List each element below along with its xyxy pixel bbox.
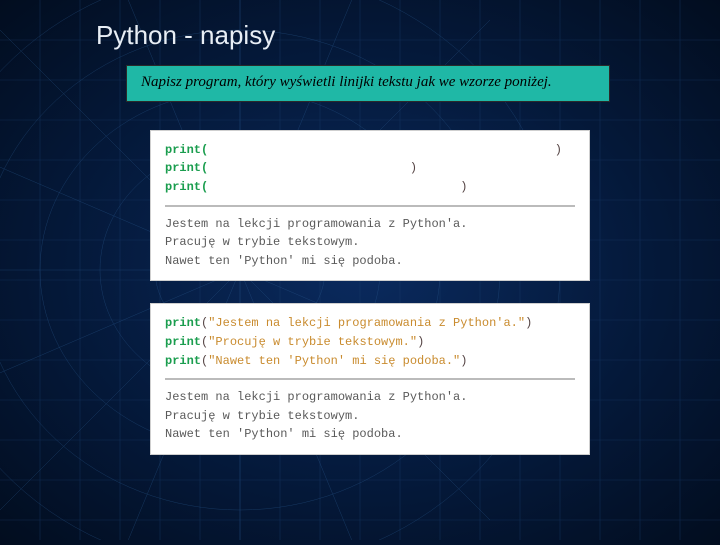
task-text: Napisz program, który wyświetli linijki … [141,73,595,92]
code-line: print("Jestem na lekcji programowania z … [165,314,575,333]
output-line: Jestem na lekcji programowania z Python'… [165,215,575,234]
code-block-obscured: print( ) print( ) print( ) Jestem na lek… [150,130,590,282]
output-line: Nawet ten 'Python' mi się podoba. [165,252,575,271]
task-box: Napisz program, który wyświetli linijki … [126,65,610,102]
code-line: print( ) [165,141,575,160]
output-line: Jestem na lekcji programowania z Python'… [165,388,575,407]
slide-title: Python - napisy [96,20,630,51]
divider [165,378,575,380]
output-line: Pracuję w trybie tekstowym. [165,407,575,426]
code-line: print( ) [165,159,575,178]
code-line: print("Nawet ten 'Python' mi się podoba.… [165,352,575,371]
code-block-solution: print("Jestem na lekcji programowania z … [150,303,590,455]
output-line: Nawet ten 'Python' mi się podoba. [165,425,575,444]
code-line: print("Procuję w trybie tekstowym.") [165,333,575,352]
output-line: Pracuję w trybie tekstowym. [165,233,575,252]
code-line: print( ) [165,178,575,197]
divider [165,205,575,207]
